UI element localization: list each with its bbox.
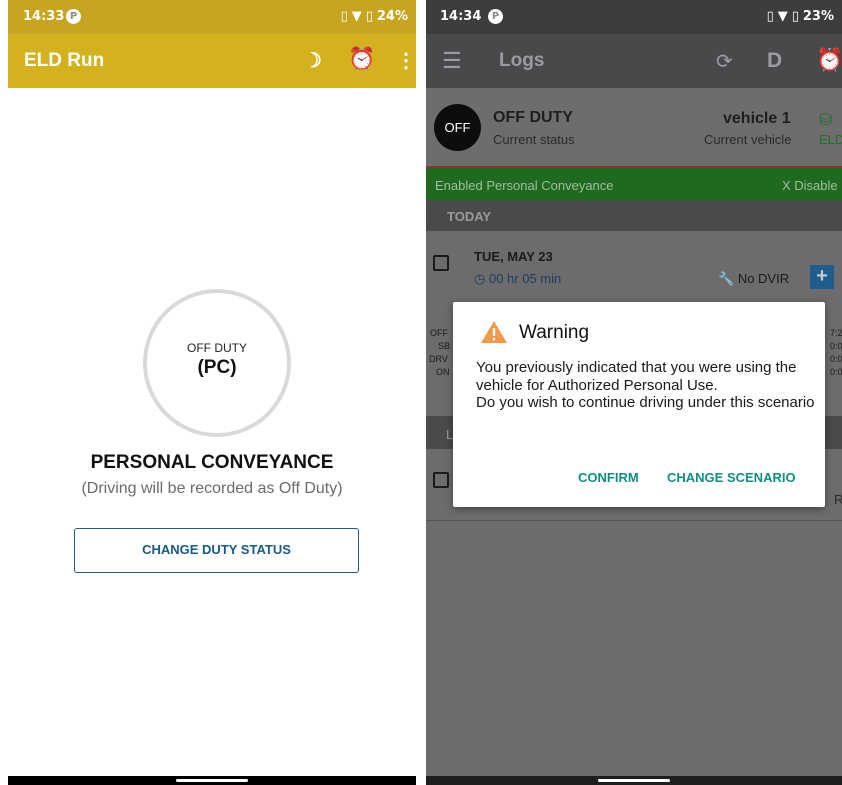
day-date: TUE, MAY 23 [474,249,553,264]
graph-label-on: ON [436,367,450,377]
home-handle[interactable] [176,779,248,782]
vehicle-name: vehicle 1 [723,110,791,127]
app-title: ELD Run [24,50,105,71]
day-duration: ◷ 00 hr 05 min [474,271,561,287]
change-scenario-button[interactable]: CHANGE SCENARIO [667,470,796,485]
dvir-status[interactable]: 🔧 No DVIR [718,271,789,287]
eld-connection-icon: ⛁ [819,112,833,129]
graph-label-sb: SB [438,341,451,351]
graph-label-off: OFF [430,328,448,338]
system-icons: ▯ ▼ ▯ 23% [763,9,834,24]
current-status-row[interactable]: OFF OFF DUTY Current status vehicle 1 Cu… [426,88,842,166]
status-bar: 14:33 P ▯ ▼ ▯ 24% [8,0,416,34]
duty-status-label: OFF DUTY [187,341,247,355]
app-title: Logs [499,50,545,71]
app-bar: ELD Run ☽ ⏰ ⋮ [8,34,416,88]
alarm-icon[interactable]: ⏰ [816,47,842,73]
dialog-body: You previously indicated that you were u… [476,359,816,412]
status-badge: OFF [434,104,481,151]
right-screen: 14:34 P ▯ ▼ ▯ 23% ☰ Logs ⟳ D ⏰ OFF OFF DUTY… [426,0,842,785]
system-icons: ▯ ▼ ▯ 24% [337,9,408,24]
section-label: TODAY [447,209,492,224]
confirm-button[interactable]: CONFIRM [578,470,639,485]
clock-icon: ◷ [474,271,489,286]
dialog-title: Warning [519,322,590,343]
dialog-message: You previously indicated that you were u… [476,359,797,394]
home-handle[interactable] [598,779,670,782]
change-duty-status-button[interactable]: CHANGE DUTY STATUS [74,528,359,573]
status-title: OFF DUTY [493,109,573,126]
nav-bar [426,776,842,785]
day-checkbox[interactable] [433,472,449,488]
duty-status-mode: (PC) [197,357,237,378]
vibrate-icon: ▯ [340,9,348,24]
wrench-icon: 🔧 [718,271,738,286]
dialog-question: Do you wish to continue driving under th… [476,394,815,411]
alarm-icon[interactable]: ⏰ [348,46,375,72]
warning-icon [481,321,507,343]
app-bar: ☰ Logs ⟳ D ⏰ [426,34,842,88]
wifi-icon: ▼ [351,9,362,24]
nav-bar [8,776,416,785]
left-screen: 14:33 P ▯ ▼ ▯ 24% ELD Run ☽ ⏰ ⋮ OFF DUTY (P… [8,0,416,785]
status-subtitle: Current status [493,132,575,147]
notification-icon: P [488,9,503,24]
duration-value: 00 hr 05 min [488,271,562,286]
duty-status-ring: OFF DUTY (PC) [143,289,291,437]
battery-icon: ▯ [365,9,373,24]
graph-total-drv: 0:0 [830,354,842,364]
status-time: 14:33 [23,9,65,24]
pc-banner: Enabled Personal Conveyance X Disable [426,166,842,200]
notification-icon: P [66,9,81,24]
vibrate-icon: ▯ [766,9,774,24]
battery-level: 23% [802,9,834,24]
day-checkbox[interactable] [433,255,449,271]
driver-status-button[interactable]: D [767,49,782,73]
status-bar: 14:34 P ▯ ▼ ▯ 23% [426,0,842,34]
pc-message: Enabled Personal Conveyance [435,178,614,193]
warning-dialog: Warning You previously indicated that yo… [453,302,825,507]
sync-icon[interactable]: ⟳ [716,49,733,74]
status-time: 14:34 [440,9,482,24]
graph-label-drv: DRV [429,354,448,364]
row-trailing-text: R [834,492,842,507]
dvir-label: No DVIR [737,271,790,286]
night-mode-icon[interactable]: ☽ [304,48,322,73]
mode-subtitle: (Driving will be recorded as Off Duty) [81,480,343,497]
add-log-button[interactable]: + [810,265,834,289]
graph-total-sb: 0:0 [830,341,842,351]
wifi-icon: ▼ [777,9,788,24]
battery-icon: ▯ [791,9,799,24]
graph-total-on: 0:0 [830,367,842,377]
graph-total-off: 7:2 [830,328,842,338]
vehicle-subtitle: Current vehicle [704,132,792,147]
disable-pc-button[interactable]: X Disable [782,178,838,193]
battery-level: 24% [376,9,408,24]
eld-label: ELD [819,132,842,147]
more-options-icon[interactable]: ⋮ [396,48,416,73]
mode-title: PERSONAL CONVEYANCE [90,452,334,473]
section-header-today: TODAY [426,200,842,231]
menu-icon[interactable]: ☰ [442,48,462,74]
divider [426,520,842,521]
